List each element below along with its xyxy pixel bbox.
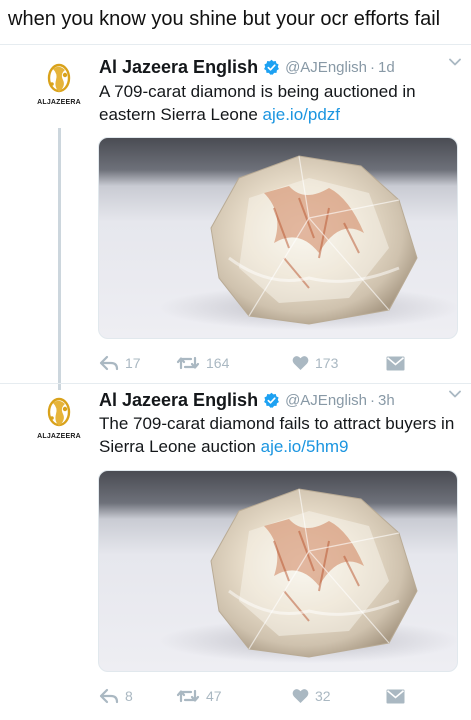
tweet-actions: 17 164 173 (99, 353, 419, 373)
retweet-icon (176, 356, 200, 370)
chevron-down-icon[interactable] (449, 58, 461, 66)
aljazeera-logo-icon (47, 63, 71, 93)
verified-badge-icon (264, 392, 280, 408)
reply-count: 17 (125, 355, 141, 371)
display-name[interactable]: Al Jazeera English (99, 57, 258, 78)
heart-icon (292, 356, 309, 370)
handle[interactable]: @AJEnglish (285, 59, 367, 76)
avatar[interactable]: ALJAZEERA (30, 396, 88, 454)
reply-button[interactable]: 17 (99, 355, 141, 371)
handle[interactable]: @AJEnglish (285, 392, 367, 409)
avatar[interactable]: ALJAZEERA (30, 62, 88, 120)
timestamp[interactable]: 1d (378, 59, 395, 76)
retweet-icon (176, 689, 200, 703)
like-button[interactable]: 173 (292, 355, 338, 371)
heart-icon (292, 689, 309, 703)
aljazeera-logo-icon (47, 397, 71, 427)
direct-message-icon (386, 689, 405, 703)
meme-caption: when you know you shine but your ocr eff… (8, 8, 441, 30)
tweet-1[interactable]: ALJAZEERA Al Jazeera English @AJEnglish … (0, 52, 471, 390)
separator: · (370, 58, 376, 76)
like-button[interactable]: 32 (292, 688, 331, 704)
separator: · (370, 391, 376, 409)
retweet-count: 47 (206, 688, 222, 704)
tweet-2[interactable]: ALJAZEERA Al Jazeera English @AJEnglish … (0, 384, 471, 720)
tweet-text: The 709-carat diamond fails to attract b… (99, 412, 457, 458)
tweet-header: Al Jazeera English @AJEnglish · 1d (99, 56, 461, 78)
tweet-link[interactable]: aje.io/5hm9 (261, 437, 349, 456)
tweet-link[interactable]: aje.io/pdzf (263, 105, 341, 124)
tweet-body: A 709-carat diamond is being auctioned i… (99, 82, 416, 124)
direct-message-button[interactable] (386, 356, 405, 371)
like-count: 173 (315, 355, 339, 371)
tweet-photo[interactable] (98, 137, 458, 339)
display-name[interactable]: Al Jazeera English (99, 390, 258, 411)
tweet-header: Al Jazeera English @AJEnglish · 3h (99, 389, 461, 411)
reply-icon (99, 355, 119, 371)
like-count: 32 (315, 688, 331, 704)
tweet-photo[interactable] (98, 470, 458, 672)
retweet-count: 164 (206, 355, 230, 371)
chevron-down-icon[interactable] (449, 390, 461, 398)
tweet-actions: 8 47 32 (99, 686, 419, 706)
thread-line (58, 128, 61, 390)
tweet-text: A 709-carat diamond is being auctioned i… (99, 80, 457, 126)
reply-icon (99, 688, 119, 704)
diamond-image (159, 488, 457, 663)
direct-message-icon (386, 356, 405, 370)
caption-divider (0, 44, 471, 45)
direct-message-button[interactable] (386, 689, 405, 704)
avatar-label: ALJAZEERA (37, 433, 81, 440)
avatar-label: ALJAZEERA (37, 99, 81, 106)
reply-count: 8 (125, 688, 133, 704)
verified-badge-icon (264, 59, 280, 75)
timestamp[interactable]: 3h (378, 392, 395, 409)
reply-button[interactable]: 8 (99, 688, 133, 704)
retweet-button[interactable]: 164 (176, 355, 229, 371)
diamond-image (159, 155, 457, 330)
retweet-button[interactable]: 47 (176, 688, 222, 704)
